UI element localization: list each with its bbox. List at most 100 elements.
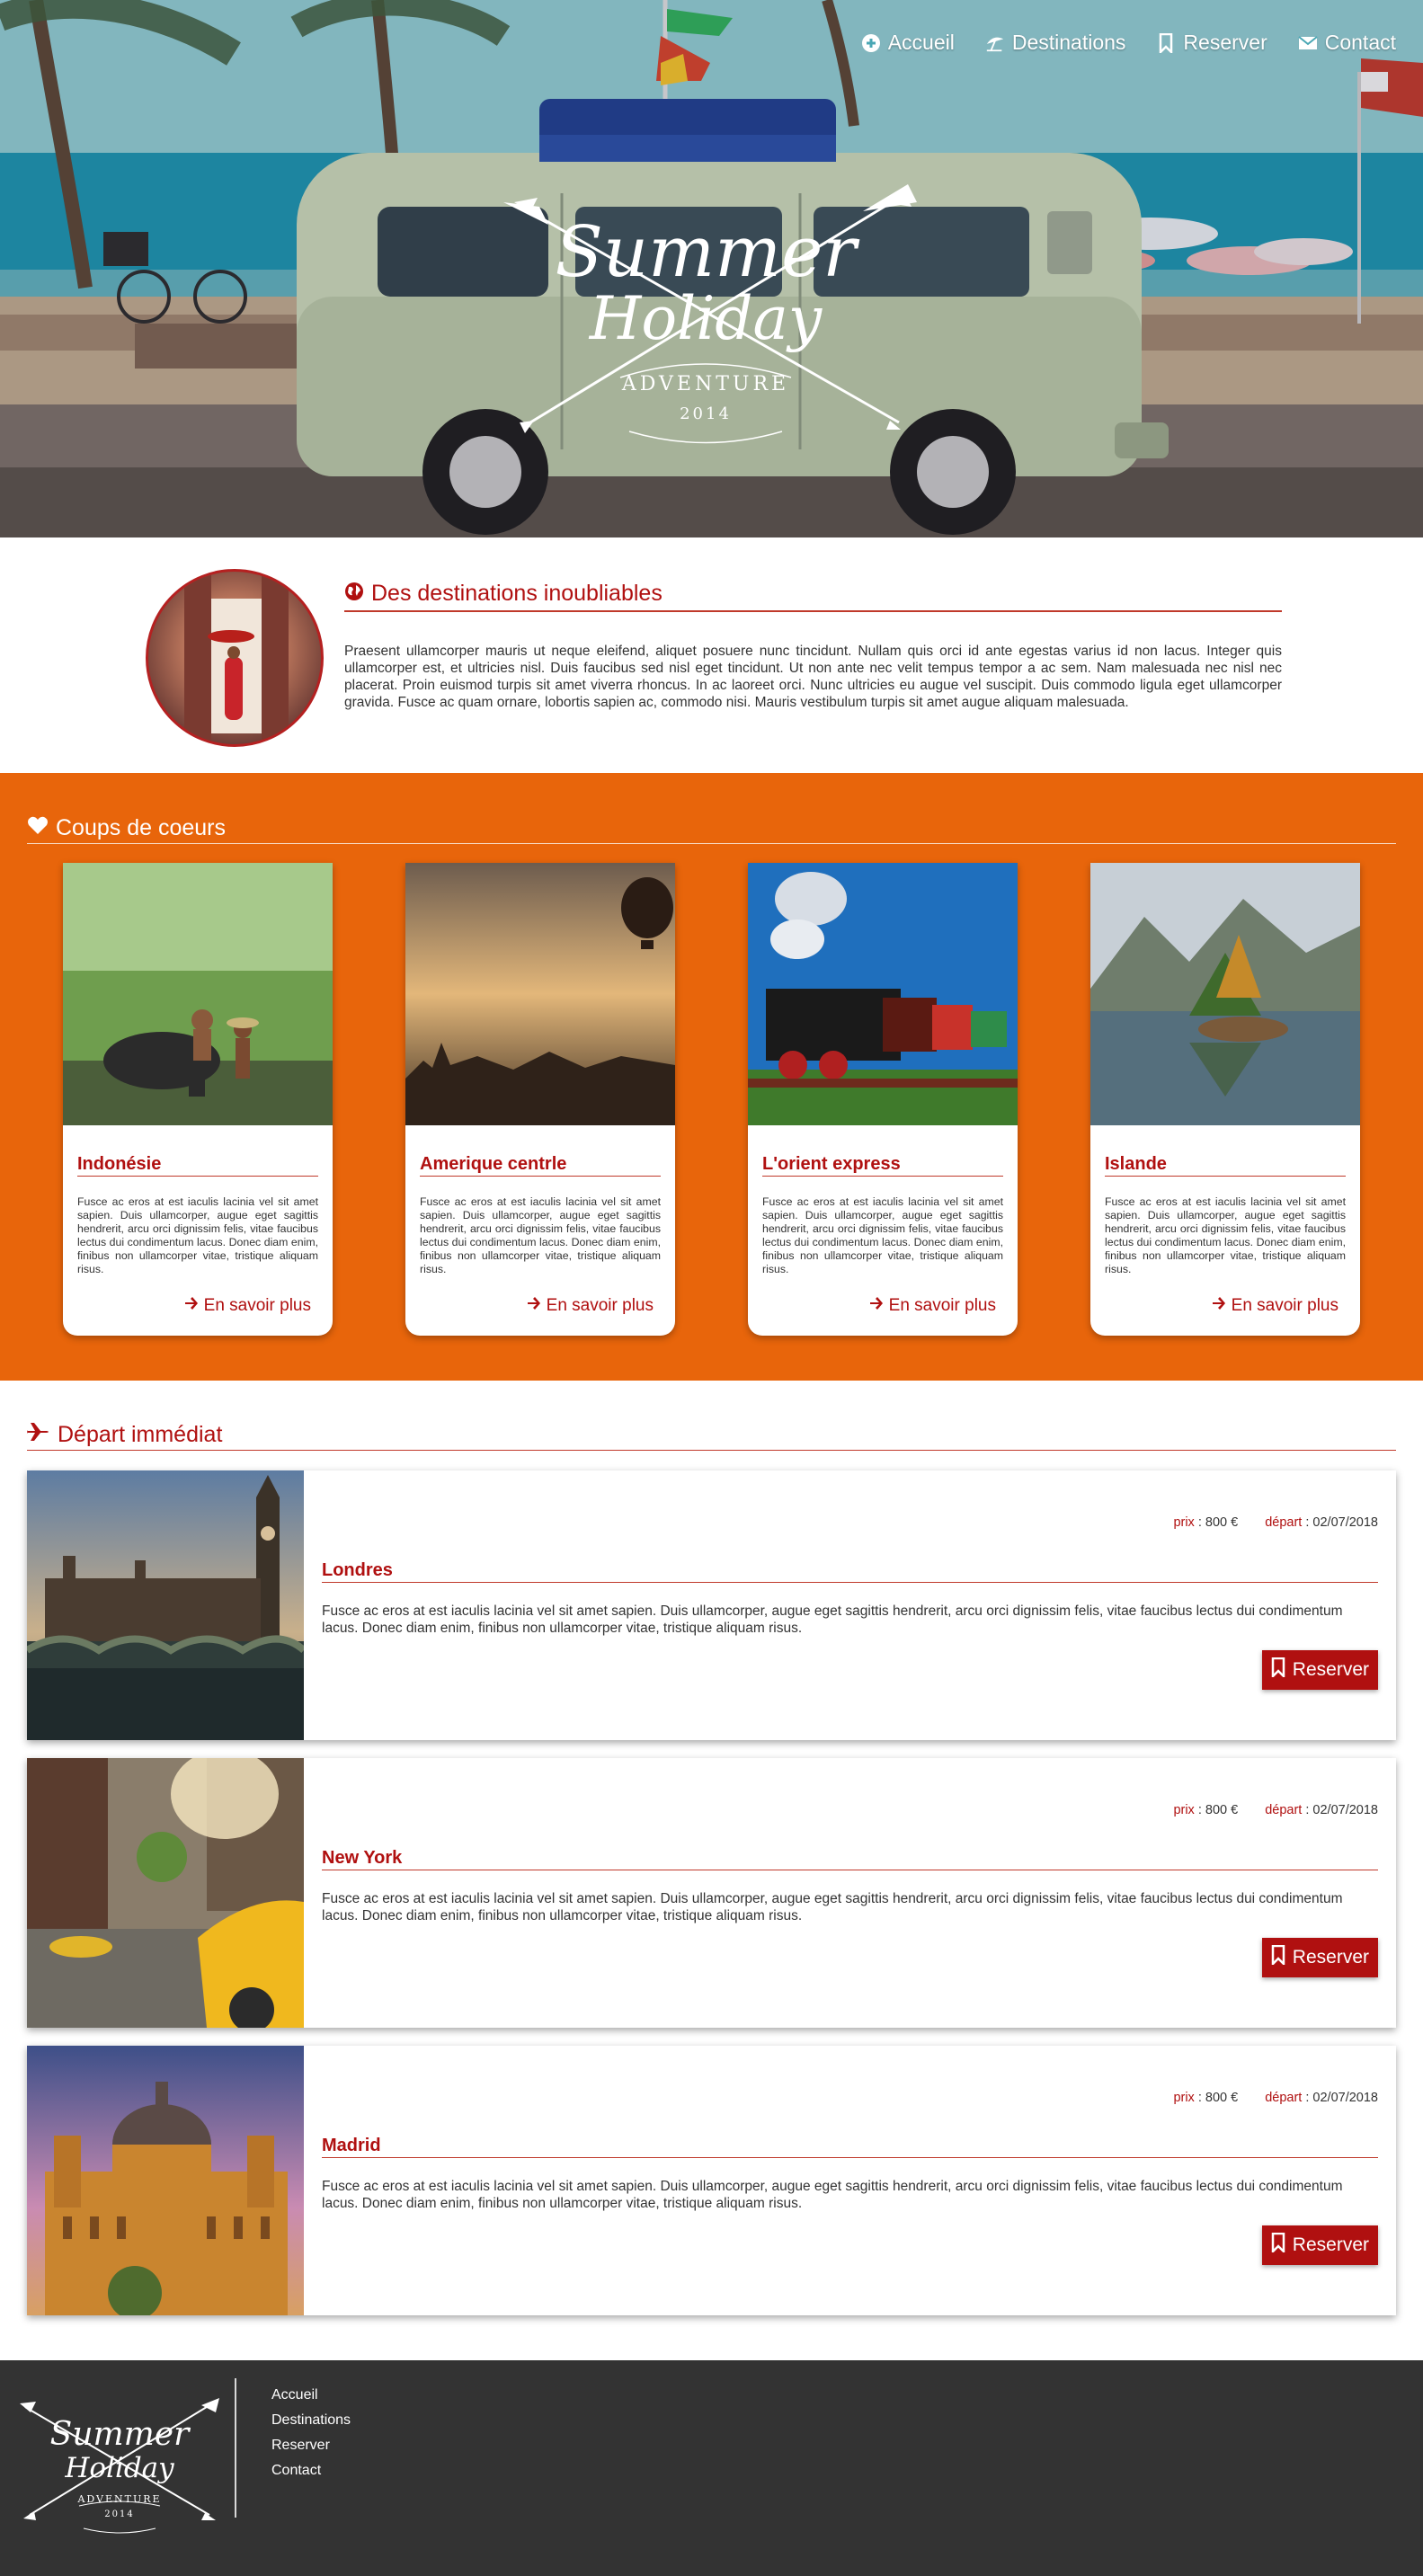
price-info: prix : 800 € [1173,2091,1239,2105]
price-key: prix [1173,2091,1195,2105]
footer-logo-summer: Summer [49,2416,190,2453]
bookmark-icon [1271,2232,1285,2258]
en-savoir-plus-link[interactable]: En savoir plus [184,1296,311,1316]
heart-icon [27,815,49,841]
nav-label: Destinations [1011,31,1126,54]
link-label: En savoir plus [546,1296,654,1315]
offer-title: Londres [322,1560,1378,1583]
price-key: prix [1173,1515,1195,1530]
reserver-button[interactable]: Reserver [1261,2225,1378,2265]
plus-circle-icon [861,33,881,53]
intro-title: Des destinations inoubliables [371,581,663,606]
nav-reserver[interactable]: Reserver [1156,31,1267,55]
footer-logo: Summer Holiday ADVENTURE 2014 [16,2380,223,2542]
nav-contact[interactable]: Contact [1298,31,1396,55]
offer-row: prix : 800 € départ : 02/07/2018 New Yor… [27,1758,1396,2028]
bookmark-icon [1271,1944,1285,1970]
date-info: départ : 02/07/2018 [1265,1803,1378,1817]
footer-link-contact[interactable]: Contact [271,2463,351,2479]
footer: Summer Holiday ADVENTURE 2014 Accueil De… [0,2360,1423,2576]
footer-link-accueil[interactable]: Accueil [271,2387,351,2403]
card-text: Fusce ac eros at est iaculis lacinia vel… [762,1195,1003,1275]
date-key: départ [1265,1803,1303,1817]
hero-banner: Accueil Destinations Reserver Contact Su… [0,0,1423,537]
offer-title: New York [322,1848,1378,1870]
coups-title: Coups de coeurs [56,815,227,840]
destination-card[interactable]: Islande Fusce ac eros at est iaculis lac… [1090,863,1360,1336]
en-savoir-plus-link[interactable]: En savoir plus [869,1296,996,1316]
offer-title: Madrid [322,2136,1378,2158]
offer-meta: prix : 800 € départ : 02/07/2018 [1173,2091,1378,2105]
nav-accueil[interactable]: Accueil [861,31,955,55]
button-label: Reserver [1292,1947,1369,1968]
price-info: prix : 800 € [1173,1515,1239,1530]
date-key: départ [1265,2091,1303,2105]
footer-nav: Accueil Destinations Reserver Contact [271,2387,351,2479]
price-value: 800 € [1205,2091,1239,2105]
arrow-right-icon [869,1296,884,1316]
depart-heading: Départ immédiat [27,1422,1396,1451]
intro-section: Des destinations inoubliables Praesent u… [0,537,1423,773]
card-title: L'orient express [762,1154,1003,1177]
footer-logo-holiday: Holiday [65,2452,174,2484]
reserver-button[interactable]: Reserver [1261,1938,1378,1977]
date-value: 02/07/2018 [1312,2091,1378,2105]
offer-photo-londres [27,1470,304,1740]
card-title: Amerique centrle [420,1154,661,1177]
coups-heading: Coups de coeurs [27,815,1396,844]
card-text: Fusce ac eros at est iaculis lacinia vel… [77,1195,318,1275]
offer-text: Fusce ac eros at est iaculis lacinia vel… [322,1603,1343,1636]
nav-destinations[interactable]: Destinations [985,31,1126,55]
card-title: Islande [1105,1154,1346,1177]
arrow-right-icon [527,1296,541,1316]
date-key: départ [1265,1515,1303,1530]
intro-photo-monk [146,569,324,747]
date-info: départ : 02/07/2018 [1265,2091,1378,2105]
reserver-button[interactable]: Reserver [1261,1650,1378,1690]
date-value: 02/07/2018 [1312,1803,1378,1817]
arrow-right-icon [184,1296,199,1316]
intro-paragraph: Praesent ullamcorper mauris ut neque ele… [344,644,1282,710]
offer-text: Fusce ac eros at est iaculis lacinia vel… [322,1891,1343,1923]
destination-card[interactable]: L'orient express Fusce ac eros at est ia… [748,863,1018,1336]
en-savoir-plus-link[interactable]: En savoir plus [527,1296,654,1316]
card-photo-islande [1090,863,1360,1125]
envelope-icon [1298,33,1318,53]
en-savoir-plus-link[interactable]: En savoir plus [1212,1296,1339,1316]
price-value: 800 € [1205,1515,1239,1530]
arrow-right-icon [1212,1296,1226,1316]
nav-label: Reserver [1183,31,1267,54]
card-text: Fusce ac eros at est iaculis lacinia vel… [1105,1195,1346,1275]
bookmark-icon [1271,1657,1285,1683]
card-photo-amerique [405,863,675,1125]
logo-line-adventure: ADVENTURE [621,373,790,395]
main-nav: Accueil Destinations Reserver Contact [861,31,1396,55]
nav-label: Contact [1324,31,1396,54]
price-value: 800 € [1205,1803,1239,1817]
card-photo-orient-express [748,863,1018,1125]
destination-card[interactable]: Amerique centrle Fusce ac eros at est ia… [405,863,675,1336]
logo-line-summer: Summer [555,212,857,293]
logo-line-holiday: Holiday [589,284,823,353]
destination-card[interactable]: Indonésie Fusce ac eros at est iaculis l… [63,863,333,1336]
footer-link-destinations[interactable]: Destinations [271,2412,351,2429]
coups-de-coeurs-section: Coups de coeurs Indonésie Fusce ac eros … [0,773,1423,1381]
hero-logo: Summer Holiday ADVENTURE 2014 [503,189,908,458]
card-text: Fusce ac eros at est iaculis lacinia vel… [420,1195,661,1275]
offer-row: prix : 800 € départ : 02/07/2018 Londres… [27,1470,1396,1740]
card-photo-indonesia [63,863,333,1125]
footer-link-reserver[interactable]: Reserver [271,2438,351,2454]
globe-icon [344,582,364,606]
price-info: prix : 800 € [1173,1803,1239,1817]
link-label: En savoir plus [203,1296,311,1315]
depart-title: Départ immédiat [58,1422,223,1447]
offer-text: Fusce ac eros at est iaculis lacinia vel… [322,2179,1343,2211]
beach-umbrella-icon [985,33,1005,53]
plane-icon [27,1422,50,1448]
date-info: départ : 02/07/2018 [1265,1515,1378,1530]
offer-meta: prix : 800 € départ : 02/07/2018 [1173,1803,1378,1817]
offer-photo-new-york [27,1758,304,2028]
logo-line-year: 2014 [680,404,732,423]
offer-photo-madrid [27,2046,304,2315]
footer-logo-adventure: ADVENTURE [77,2493,162,2505]
